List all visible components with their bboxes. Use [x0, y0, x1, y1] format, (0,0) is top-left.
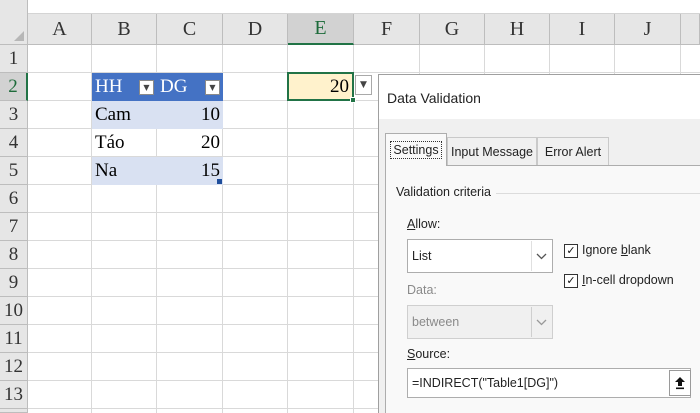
chevron-down-icon[interactable] [531, 241, 551, 271]
row-header-13[interactable]: 13 [0, 381, 28, 409]
table-cell[interactable]: 20 [157, 129, 223, 157]
table-header-label: DG [160, 76, 188, 97]
column-header-i[interactable]: I [550, 14, 615, 45]
dropdown-triangle-icon[interactable]: ▼ [205, 79, 220, 95]
data-validation-dialog: Data Validation Settings Input Message E… [378, 74, 700, 413]
table-cell[interactable]: Na [92, 157, 157, 185]
table-cell[interactable]: 10 [157, 101, 223, 129]
tab-error-alert[interactable]: Error Alert [537, 137, 609, 165]
column-header-f[interactable]: F [354, 14, 420, 45]
allow-value: List [412, 249, 432, 263]
dropdown-triangle-icon[interactable]: ▼ [355, 75, 372, 95]
select-all-corner[interactable] [0, 0, 28, 45]
table-header-cell[interactable]: HH ▼ [92, 73, 157, 101]
row-header-6[interactable]: 6 [0, 185, 28, 213]
active-cell-e2[interactable]: 20 [287, 72, 354, 101]
dialog-title: Data Validation [387, 90, 481, 106]
row-header-11[interactable]: 11 [0, 325, 28, 353]
allow-label: Allow: [407, 217, 441, 231]
row-header-3[interactable]: 3 [0, 101, 28, 129]
column-header-partial [681, 14, 700, 45]
chevron-down-icon [531, 307, 551, 337]
ignore-blank-label: Ignore blank [582, 243, 651, 257]
data-label: Data: [407, 283, 437, 297]
table-header-label: HH [95, 76, 123, 97]
tab-settings[interactable]: Settings [385, 133, 447, 166]
row-header-12[interactable]: 12 [0, 353, 28, 381]
source-label: Source: [407, 347, 451, 361]
column-header-a[interactable]: A [28, 14, 92, 45]
source-value: =INDIRECT("Table1[DG]") [412, 376, 559, 390]
row-header-7[interactable]: 7 [0, 213, 28, 241]
collapse-dialog-icon[interactable] [669, 370, 691, 396]
row-header-9[interactable]: 9 [0, 269, 28, 297]
top-strip [0, 0, 700, 14]
table-resize-handle[interactable] [217, 179, 222, 184]
row-header-8[interactable]: 8 [0, 241, 28, 269]
in-cell-dropdown-label: In-cell dropdown [582, 273, 674, 287]
tab-input-message[interactable]: Input Message [447, 137, 537, 165]
tab-label: Settings [390, 141, 442, 159]
allow-select[interactable]: List [407, 239, 553, 273]
table-cell[interactable]: Táo [92, 129, 157, 157]
column-header-h[interactable]: H [485, 14, 550, 45]
row-header-10[interactable]: 10 [0, 297, 28, 325]
row-header-2[interactable]: 2 [0, 73, 28, 101]
row-header-partial [0, 409, 28, 413]
source-input[interactable]: =INDIRECT("Table1[DG]") [407, 368, 691, 398]
table-cell[interactable]: 15 [157, 157, 223, 185]
table-cell[interactable]: Cam [92, 101, 157, 129]
row-header-4[interactable]: 4 [0, 129, 28, 157]
column-header-b[interactable]: B [92, 14, 157, 45]
data-select: between [407, 305, 553, 339]
column-header-g[interactable]: G [420, 14, 485, 45]
settings-panel: Validation criteria Allow: List Data: be… [385, 165, 700, 413]
column-header-j[interactable]: J [615, 14, 681, 45]
fill-handle[interactable] [350, 97, 356, 103]
tab-label: Input Message [451, 144, 533, 159]
row-header-5[interactable]: 5 [0, 157, 28, 185]
column-header-c[interactable]: C [157, 14, 223, 45]
column-header-d[interactable]: D [223, 14, 288, 45]
tab-label: Error Alert [544, 144, 602, 159]
row-header-1[interactable]: 1 [0, 45, 28, 73]
dropdown-triangle-icon[interactable]: ▼ [139, 79, 154, 95]
data-value: between [412, 315, 460, 329]
validation-criteria-label: Validation criteria [396, 185, 491, 199]
group-divider [496, 193, 700, 194]
table-header-cell[interactable]: DG ▼ [157, 73, 223, 101]
column-header-e[interactable]: E [288, 14, 354, 45]
ignore-blank-checkbox[interactable]: ✓ [564, 244, 578, 258]
in-cell-dropdown-checkbox[interactable]: ✓ [564, 274, 578, 288]
